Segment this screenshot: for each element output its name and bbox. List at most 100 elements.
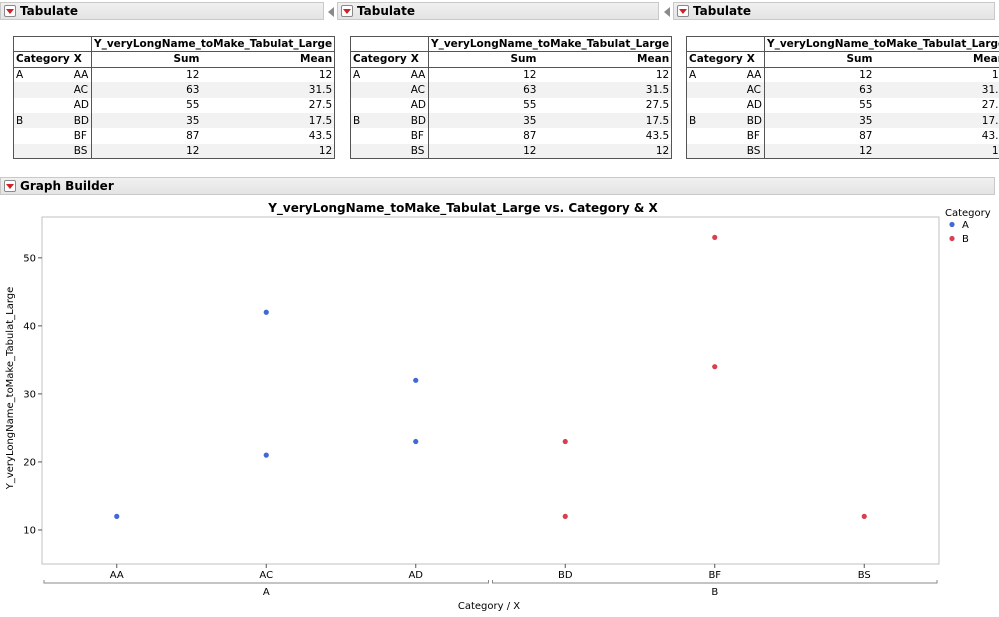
y-axis-label: Y_veryLongName_toMake_Tabulat_Large <box>5 287 16 491</box>
tabulate-title: Tabulate <box>357 4 415 18</box>
table-row: BF 8743.5 <box>349 128 673 144</box>
mean-cell: 12 <box>538 67 673 83</box>
data-point-a <box>114 513 120 519</box>
table-row: BF 8743.5 <box>12 128 336 144</box>
mean-cell: 27.5 <box>201 97 336 113</box>
legend-marker <box>949 235 955 242</box>
x-cell: BF <box>744 128 765 144</box>
table-header-row: CategoryXSumMean <box>349 51 673 68</box>
category-cell: B <box>685 112 745 129</box>
empty-header-cell <box>686 35 765 52</box>
table-row: BS1212 <box>685 143 999 160</box>
collapse-arrow-icon[interactable] <box>328 7 334 17</box>
empty-header-cell <box>350 35 429 52</box>
column-header-category: Category <box>685 51 745 68</box>
mean-cell: 27.5 <box>538 97 673 113</box>
tabulate-table-1: Y_veryLongName_toMake_Tabulat_Large Categ… <box>12 35 336 160</box>
column-header-category: Category <box>12 51 72 68</box>
table-header-row: CategoryXSumMean <box>12 51 336 68</box>
tabulate-header-1: Tabulate <box>0 2 324 20</box>
column-header-category: Category <box>349 51 409 68</box>
column-header-x: X <box>71 51 92 68</box>
mean-cell: 17.5 <box>201 112 336 129</box>
y-tick-label: 20 <box>23 457 36 468</box>
red-triangle-menu-icon[interactable] <box>4 5 16 17</box>
red-triangle-menu-icon[interactable] <box>341 5 353 17</box>
red-triangle-menu-icon[interactable] <box>677 5 689 17</box>
legend-label: B <box>962 234 969 245</box>
data-point-b <box>562 513 568 519</box>
table-row: AC6331.5 <box>349 82 673 98</box>
sum-cell: 63 <box>764 82 875 98</box>
mean-cell: 31.5 <box>874 82 999 98</box>
mean-cell: 12 <box>201 143 336 160</box>
category-cell <box>12 143 72 160</box>
x-cell: AC <box>71 82 92 98</box>
column-header-x: X <box>744 51 765 68</box>
x-cell: BS <box>408 143 429 160</box>
collapse-arrow-icon[interactable] <box>664 7 670 17</box>
chart-title: Y_veryLongName_toMake_Tabulat_Large vs. … <box>267 201 658 216</box>
column-header-mean: Mean <box>538 51 673 68</box>
mean-cell: 17.5 <box>874 112 999 129</box>
mean-cell: 12 <box>874 143 999 160</box>
category-cell: A <box>685 67 745 83</box>
category-cell <box>685 143 745 160</box>
table-row: BF 8743.5 <box>685 128 999 144</box>
sum-cell: 55 <box>186 99 200 112</box>
table-header-row: Y_veryLongName_toMake_Tabulat_Large <box>13 35 336 53</box>
legend: CategoryAB <box>945 208 991 245</box>
data-point-b <box>712 364 718 370</box>
sum-cell: 12 <box>764 143 875 160</box>
mean-cell: 12 <box>538 143 673 160</box>
mean-cell: 43.5 <box>874 128 999 144</box>
x-tick-label: AC <box>259 570 273 581</box>
category-cell <box>349 82 409 98</box>
y-tick-label: 40 <box>23 321 36 332</box>
category-cell: A <box>12 67 72 83</box>
table-row: BS1212 <box>349 143 673 160</box>
y-tick-label: 50 <box>23 253 36 264</box>
data-point-a <box>413 438 419 445</box>
table-row: AAA 1212 <box>349 67 673 83</box>
x-cell: BD <box>71 112 92 129</box>
data-point-b <box>861 513 867 519</box>
mean-cell: 31.5 <box>201 82 336 98</box>
sum-cell: 35 <box>764 112 875 129</box>
sum-cell: 12 <box>428 143 539 160</box>
scatter-chart: Y_veryLongName_toMake_Tabulat_Large vs. … <box>5 201 991 612</box>
x-cell: AA <box>744 67 765 83</box>
data-point-a <box>263 452 269 458</box>
x-tick-label: AD <box>408 570 423 581</box>
data-point-a <box>263 309 269 315</box>
x-cell: BD <box>408 112 429 129</box>
sum-cell: 63 <box>428 82 539 98</box>
mean-cell: 12 <box>201 67 336 83</box>
legend-marker <box>949 221 955 228</box>
tabulate-title: Tabulate <box>20 4 78 18</box>
sum-cell: 55 <box>523 99 537 112</box>
column-header-sum: Sum <box>91 51 202 68</box>
tabulate-header-3: Tabulate <box>673 2 995 20</box>
table-row: AD 5527.5 <box>349 97 673 113</box>
mean-cell: 27.5 <box>874 97 999 113</box>
category-cell <box>349 128 409 144</box>
x-cell: AD <box>408 97 429 113</box>
data-point-b <box>562 438 568 445</box>
table-row: AAA 1212 <box>12 67 336 83</box>
mean-cell: 17.5 <box>538 112 673 129</box>
category-cell <box>685 128 745 144</box>
category-cell <box>349 97 409 113</box>
graph-builder-title: Graph Builder <box>20 179 114 193</box>
red-triangle-menu-icon[interactable] <box>4 180 16 192</box>
x-cell: BD <box>744 112 765 129</box>
x-tick-label: BS <box>858 570 871 581</box>
table-row: BBD3517.5 <box>12 112 336 129</box>
x-cell: BF <box>408 128 429 144</box>
tabulate-table-3: Y_veryLongName_toMake_Tabulat_Large Categ… <box>685 35 999 160</box>
y-tick-label: 30 <box>23 389 36 400</box>
table-header-row: Y_veryLongName_toMake_Tabulat_Large <box>686 35 999 53</box>
sum-cell: 35 <box>428 112 539 129</box>
y-axis: 10 20 30 40 50 <box>23 253 42 536</box>
column-group-header: Y_veryLongName_toMake_Tabulat_Large <box>427 35 673 53</box>
